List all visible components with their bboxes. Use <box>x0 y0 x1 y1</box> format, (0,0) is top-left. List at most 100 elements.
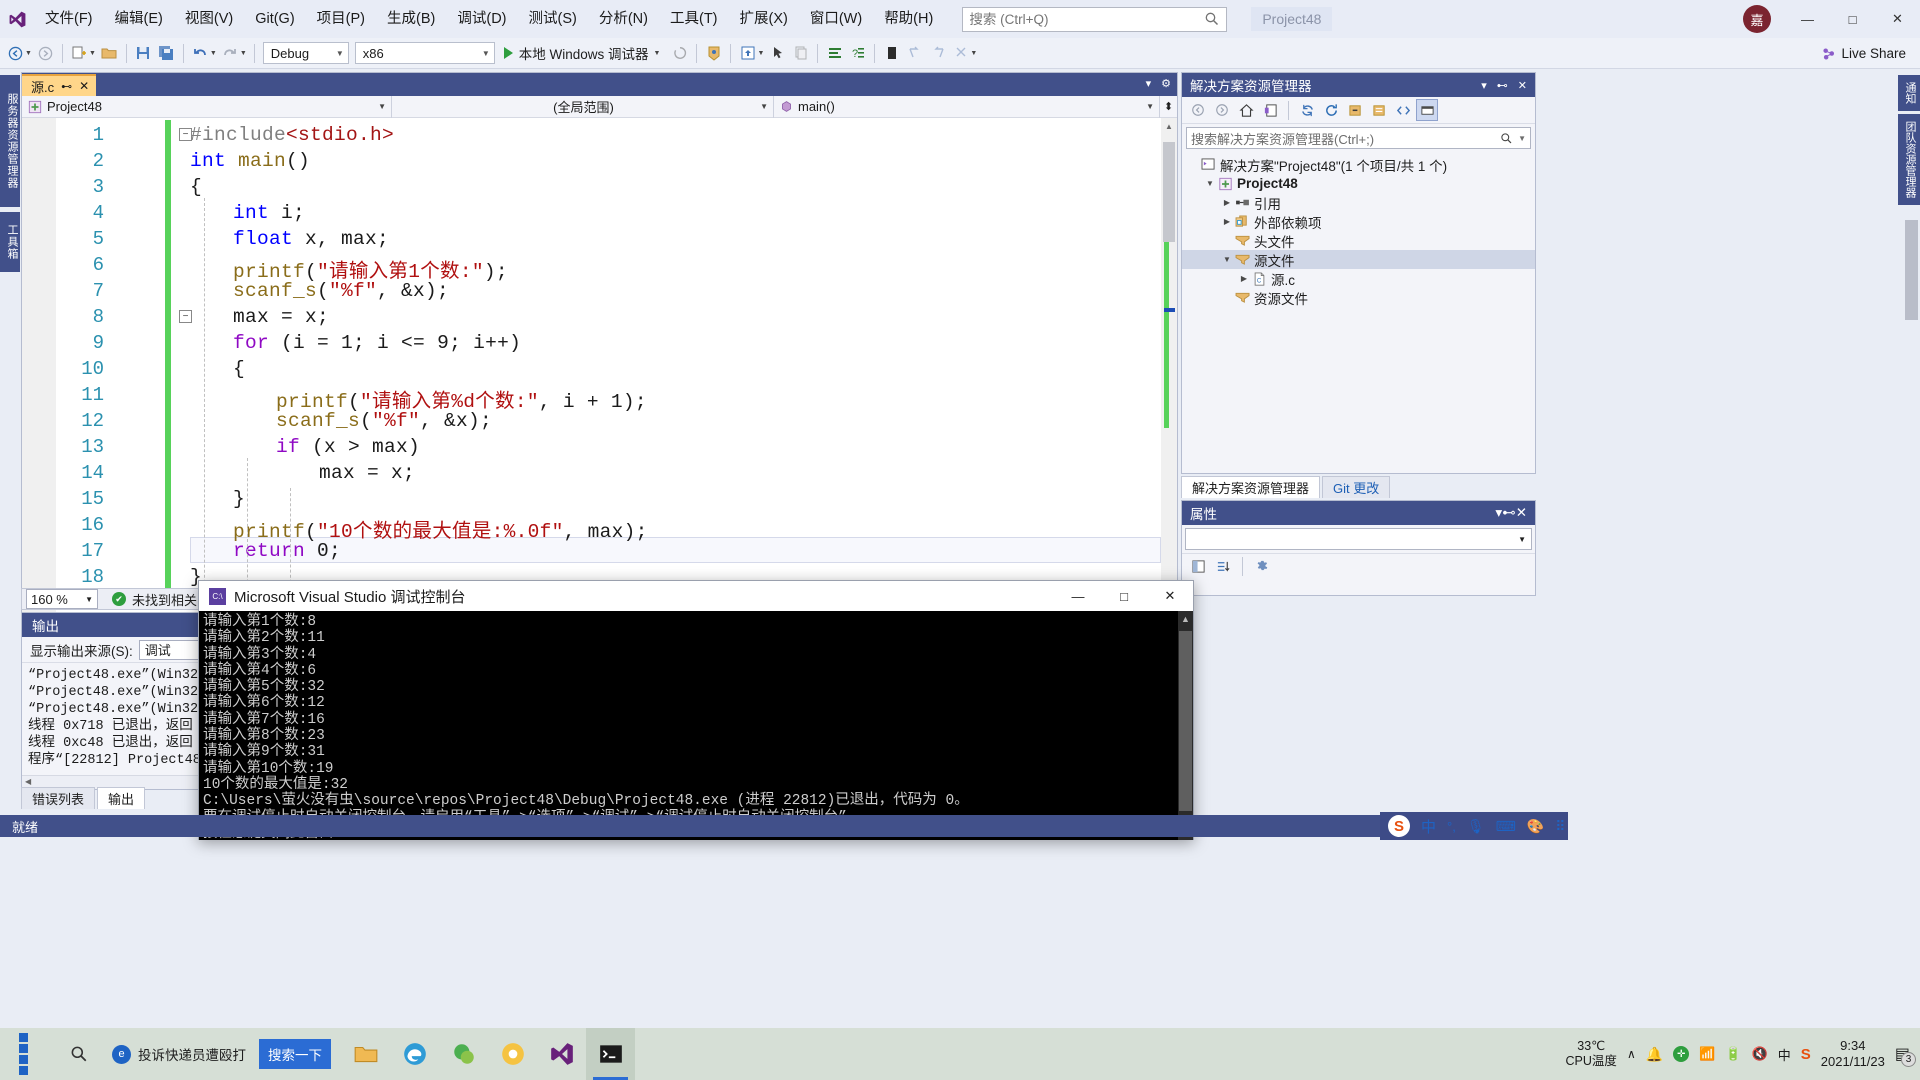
ime-indicator[interactable]: 中 <box>1778 1045 1791 1064</box>
keyboard-icon[interactable]: ⌨ <box>1496 818 1516 835</box>
console-minimize-button[interactable]: — <box>1055 581 1101 611</box>
code-line[interactable]: return 0; <box>190 540 341 562</box>
panel-menu-icon[interactable]: ▾ <box>1481 79 1487 92</box>
expand-collapse-icon-open[interactable]: ▼ <box>1203 179 1217 188</box>
tree-item[interactable]: 头文件 <box>1182 231 1535 250</box>
chevron-down-icon[interactable]: ▼ <box>654 50 661 57</box>
tree-item[interactable]: ▼ Project48 <box>1182 174 1535 193</box>
notifications-vtab[interactable]: 通知 <box>1898 75 1920 111</box>
panel-menu-icon[interactable]: ▾ <box>1495 505 1502 521</box>
close-icon[interactable]: ✕ <box>1518 79 1527 92</box>
chevron-down-icon[interactable]: ▼ <box>1513 134 1526 143</box>
editor-tab-source-c[interactable]: 源.c ⊷ ✕ <box>22 74 97 96</box>
pin-icon[interactable]: ⊷ <box>1502 505 1516 521</box>
editor-settings-gear-icon[interactable]: ⚙ <box>1161 77 1171 90</box>
step-over-icon[interactable] <box>926 42 949 65</box>
fold-toggle-for[interactable]: − <box>179 310 192 323</box>
taskbar-file-explorer[interactable] <box>341 1028 390 1080</box>
help-list-icon[interactable]: ? <box>846 42 869 65</box>
se-bottom-tab-0[interactable]: 解决方案资源管理器 <box>1181 476 1321 498</box>
microphone-icon[interactable]: 🎙 <box>1467 818 1485 835</box>
tree-item[interactable]: ▶ 外部依赖项 <box>1182 212 1535 231</box>
cpu-temperature-widget[interactable]: 33℃ CPU温度 <box>1566 1039 1617 1069</box>
properties-window-icon[interactable] <box>1416 99 1438 121</box>
expand-collapse-icon-open[interactable]: ▼ <box>1220 255 1234 264</box>
taskbar-clock[interactable]: 9:34 2021/11/23 <box>1821 1038 1885 1070</box>
security-icon[interactable] <box>702 42 725 65</box>
code-line[interactable]: printf("请输入第1个数:"); <box>190 254 508 283</box>
code-line[interactable]: } <box>190 488 245 510</box>
solution-explorer-search[interactable]: 搜索解决方案资源管理器(Ctrl+;) ▼ <box>1186 127 1531 149</box>
menu-item-3[interactable]: Git(G) <box>244 0 305 38</box>
toolbox-icon[interactable]: 🎨 <box>1527 818 1544 835</box>
team-explorer-vtab[interactable]: 团队资源管理器 <box>1898 114 1920 205</box>
volume-mute-icon[interactable]: 🔇 <box>1752 1046 1768 1062</box>
user-avatar[interactable]: 嘉 <box>1743 5 1771 33</box>
tree-item[interactable]: 解决方案"Project48"(1 个项目/共 1 个) <box>1182 155 1535 174</box>
code-line[interactable]: scanf_s("%f", &x); <box>190 410 492 432</box>
copy-style-icon[interactable] <box>789 42 812 65</box>
menu-item-10[interactable]: 扩展(X) <box>729 0 799 38</box>
pending-changes-icon[interactable] <box>1259 99 1281 121</box>
code-line[interactable]: int main() <box>190 150 310 172</box>
menu-item-12[interactable]: 帮助(H) <box>873 0 944 38</box>
code-line[interactable]: max = x; <box>190 462 415 484</box>
scroll-up-icon[interactable]: ▲ <box>1165 122 1173 131</box>
forward-icon[interactable] <box>1211 99 1233 121</box>
tree-item[interactable]: ▶ 引用 <box>1182 193 1535 212</box>
back-icon[interactable] <box>1187 99 1209 121</box>
start-button[interactable] <box>0 1028 56 1080</box>
pin-icon[interactable]: ⊷ <box>1497 79 1508 92</box>
right-panel-scrollbar[interactable] <box>1905 220 1918 320</box>
align-icon[interactable] <box>823 42 846 65</box>
categorized-view-icon[interactable] <box>1187 556 1209 578</box>
battery-icon[interactable]: 🔋 <box>1725 1046 1741 1062</box>
redo-dropdown-icon[interactable]: ▼ <box>240 50 247 57</box>
refresh-icon[interactable] <box>1320 99 1342 121</box>
search-input[interactable] <box>969 11 1205 27</box>
save-all-icon[interactable] <box>155 42 178 65</box>
live-preview-icon[interactable] <box>736 42 759 65</box>
tree-item[interactable]: ▶ C 源.c <box>1182 269 1535 288</box>
expand-collapse-icon[interactable]: ▶ <box>1237 274 1251 283</box>
code-line[interactable]: float x, max; <box>190 228 389 250</box>
tree-item[interactable]: ▼ 源文件 <box>1182 250 1535 269</box>
taskbar-console-window[interactable] <box>586 1028 635 1080</box>
code-line[interactable]: printf("请输入第%d个数:", i + 1); <box>190 384 647 413</box>
code-line[interactable]: { <box>190 176 202 198</box>
close-button[interactable]: ✕ <box>1875 0 1920 38</box>
redo-icon[interactable] <box>219 42 242 65</box>
quick-search-box[interactable] <box>962 6 1228 32</box>
navigate-forward-icon[interactable] <box>34 42 57 65</box>
bottom-tab-0[interactable]: 错误列表 <box>21 787 96 809</box>
back-dropdown-icon[interactable]: ▼ <box>25 50 32 57</box>
taskbar-wechat[interactable] <box>439 1028 488 1080</box>
undo-icon[interactable] <box>189 42 212 65</box>
nav-member-combo[interactable]: main() ▼ <box>774 95 1160 118</box>
fold-toggle-main[interactable]: − <box>179 128 192 141</box>
show-all-files-icon[interactable] <box>1368 99 1390 121</box>
properties-object-combo[interactable]: ▼ <box>1185 528 1532 550</box>
tab-list-chevron-icon[interactable]: ▾ <box>1146 77 1152 90</box>
live-preview-dropdown-icon[interactable]: ▼ <box>757 50 764 57</box>
expand-collapse-icon[interactable]: ▶ <box>1220 217 1234 226</box>
collapse-all-icon[interactable] <box>1344 99 1366 121</box>
nav-scope-combo[interactable]: (全局范围) ▼ <box>392 95 774 118</box>
solution-configuration-combo[interactable]: Debug ▼ <box>262 42 349 64</box>
hot-reload-icon[interactable] <box>668 42 691 65</box>
zoom-level-combo[interactable]: 160 % ▼ <box>26 589 98 609</box>
minimize-button[interactable]: — <box>1785 0 1830 38</box>
taskbar-browser[interactable] <box>488 1028 537 1080</box>
menu-item-11[interactable]: 窗口(W) <box>799 0 873 38</box>
menu-item-5[interactable]: 生成(B) <box>376 0 446 38</box>
scroll-up-icon[interactable]: ▲ <box>1181 614 1190 624</box>
sogou-icon[interactable]: S <box>1388 815 1410 837</box>
close-icon[interactable]: ✕ <box>79 79 89 93</box>
wifi-icon[interactable]: 📶 <box>1699 1046 1715 1062</box>
stop-icon[interactable] <box>880 42 903 65</box>
output-source-combo[interactable]: 调试 <box>138 639 201 660</box>
code-text-area[interactable]: 1 #include<stdio.h> 2 int main() 3 {4 int i; 5 f… <box>22 118 1177 615</box>
alphabetical-view-icon[interactable] <box>1212 556 1234 578</box>
ime-chinese-icon[interactable]: 中 <box>1421 816 1436 837</box>
debug-console-window[interactable]: C:\ Microsoft Visual Studio 调试控制台 — □ ✕ … <box>198 580 1194 840</box>
